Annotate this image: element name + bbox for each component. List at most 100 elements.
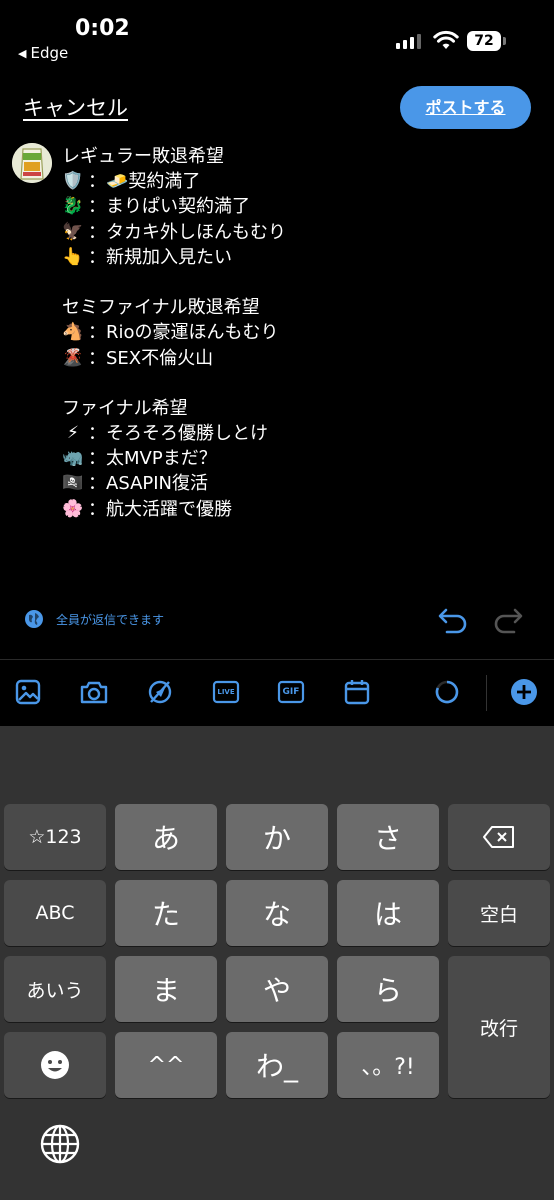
post-text-segment: ：そろそろ優勝しとけ: [88, 423, 268, 445]
key-label: な: [262, 898, 291, 931]
cancel-button[interactable]: キャンセル: [23, 92, 128, 122]
key-ka[interactable]: か: [226, 804, 328, 870]
post-text-segment: ：まりぱい契約満了: [88, 196, 250, 218]
post-text-area[interactable]: レギュラー敗退希望 🛡️ ：🧈契約満了 🐉 ：まりぱい契約満了 🦅 ：タカキ外しほんもむり 👆…: [62, 144, 532, 522]
avatar[interactable]: [12, 143, 52, 183]
key-label: た: [151, 898, 180, 931]
undo-icon[interactable]: [437, 604, 469, 634]
key-label: ☆123: [28, 826, 82, 848]
emoji-glyph: 🦏: [62, 448, 84, 469]
battery-cap: [503, 37, 506, 45]
post-text-segment: ：ASAPIN復活: [88, 473, 209, 495]
emoji-glyph: 🦅: [62, 221, 84, 242]
toolbar-divider: [0, 659, 554, 660]
post-text-line: [62, 270, 532, 295]
add-post-icon[interactable]: [507, 675, 541, 709]
gif-label: GIF: [282, 687, 300, 697]
post-text-segment: ：Rioの豪運ほんもむり: [88, 322, 279, 344]
post-text-line: 🏴‍☠️ ：ASAPIN復活: [62, 471, 532, 496]
key-na[interactable]: な: [226, 880, 328, 946]
schedule-icon[interactable]: [340, 675, 374, 709]
emoji-key[interactable]: [4, 1032, 106, 1098]
key-label: ABC: [35, 902, 75, 924]
back-triangle-icon: ◀: [18, 46, 27, 60]
char-count-ring-icon: [430, 675, 464, 709]
post-text-line: セミファイナル敗退希望: [62, 295, 532, 320]
key-dakuten[interactable]: ^^: [115, 1032, 217, 1098]
key-ha[interactable]: は: [337, 880, 439, 946]
post-text-line: 🦏 ：太MVPまだ？: [62, 446, 532, 471]
live-icon[interactable]: LIVE: [209, 675, 243, 709]
key-abc[interactable]: ABC: [4, 880, 106, 946]
avatar-image: [12, 143, 52, 183]
no-location-icon[interactable]: [143, 675, 177, 709]
reply-setting-label: 全員が返信できます: [56, 612, 165, 627]
post-text-line: 🦅 ：タカキ外しほんもむり: [62, 220, 532, 245]
key-a[interactable]: あ: [115, 804, 217, 870]
globe-icon: [25, 610, 43, 628]
post-text-line: 🐴 ：Rioの豪運ほんもむり: [62, 320, 532, 345]
key-sa[interactable]: さ: [337, 804, 439, 870]
key-label: あいう: [26, 979, 84, 1002]
key-label: 空白: [479, 903, 518, 926]
camera-icon[interactable]: [77, 675, 111, 709]
key-ma[interactable]: ま: [115, 956, 217, 1022]
key-space[interactable]: 空白: [448, 880, 550, 946]
post-text-segment: ：太MVPまだ？: [88, 448, 217, 470]
post-text-segment: ：新規加入見たい: [88, 246, 232, 268]
toolbar-separator: [486, 675, 487, 711]
battery-indicator: 72: [467, 31, 501, 51]
key-label: ^^: [147, 1052, 185, 1078]
key-label: 改行: [479, 1017, 518, 1040]
key-ta[interactable]: た: [115, 880, 217, 946]
key-label: 、。?!: [361, 1055, 415, 1080]
key-enter[interactable]: 改行: [448, 956, 550, 1098]
back-to-app-link[interactable]: ◀ Edge: [18, 44, 68, 62]
post-text-line: 🐉 ：まりぱい契約満了: [62, 194, 532, 219]
post-text-segment: ファイナル希望: [62, 397, 188, 419]
cell-signal-icon: [396, 33, 421, 49]
post-text-segment: セミファイナル敗退希望: [62, 297, 260, 319]
key-punctuation[interactable]: 、。?!: [337, 1032, 439, 1098]
key-wa[interactable]: わ_: [226, 1032, 328, 1098]
globe-keyboard-icon[interactable]: [38, 1122, 82, 1166]
emoji-glyph: 👆: [62, 246, 84, 267]
emoji-glyph: 🐴: [62, 322, 84, 343]
emoji-icon: [41, 1051, 69, 1079]
redo-icon[interactable]: [492, 604, 524, 634]
post-text-line: 🌋 ：SEX不倫火山: [62, 346, 532, 371]
live-label: LIVE: [217, 688, 235, 696]
emoji-glyph: 🛡️: [62, 171, 84, 192]
post-text-line: 🛡️ ：🧈契約満了: [62, 169, 532, 194]
key-ra[interactable]: ら: [337, 956, 439, 1022]
key-label: あ: [151, 822, 180, 855]
backspace-icon: [483, 826, 514, 848]
backspace-key[interactable]: [448, 804, 550, 870]
post-text-line: ファイナル希望: [62, 396, 532, 421]
image-icon[interactable]: [11, 675, 45, 709]
post-text-line: レギュラー敗退希望: [62, 144, 532, 169]
key-kana[interactable]: あいう: [4, 956, 106, 1022]
key-numbers[interactable]: ☆123: [4, 804, 106, 870]
key-ya[interactable]: や: [226, 956, 328, 1022]
post-text-segment: レギュラー敗退希望: [62, 146, 224, 167]
post-text-segment: ：航大活躍で優勝: [88, 498, 232, 520]
key-label: ま: [151, 974, 180, 1007]
reply-setting[interactable]: 全員が返信できます: [24, 609, 164, 629]
key-label: わ_: [255, 1050, 298, 1083]
key-label: か: [262, 822, 291, 855]
post-text-segment: ：🧈契約満了: [88, 171, 201, 193]
post-text-segment: ：タカキ外しほんもむり: [88, 221, 286, 243]
key-label: ら: [373, 974, 402, 1007]
gif-icon[interactable]: GIF: [274, 675, 308, 709]
post-button[interactable]: ポストする: [400, 86, 531, 129]
emoji-glyph: 🐉: [62, 196, 84, 217]
post-text-line: ⚡ ：そろそろ優勝しとけ: [62, 421, 532, 446]
post-text-line: 👆 ：新規加入見たい: [62, 245, 532, 270]
emoji-glyph: 🌋: [62, 347, 84, 368]
wifi-icon: [433, 30, 459, 49]
emoji-glyph: ⚡: [67, 423, 79, 444]
key-label: は: [373, 898, 402, 931]
emoji-glyph: 🌸: [62, 498, 84, 519]
key-label: や: [262, 974, 291, 1007]
